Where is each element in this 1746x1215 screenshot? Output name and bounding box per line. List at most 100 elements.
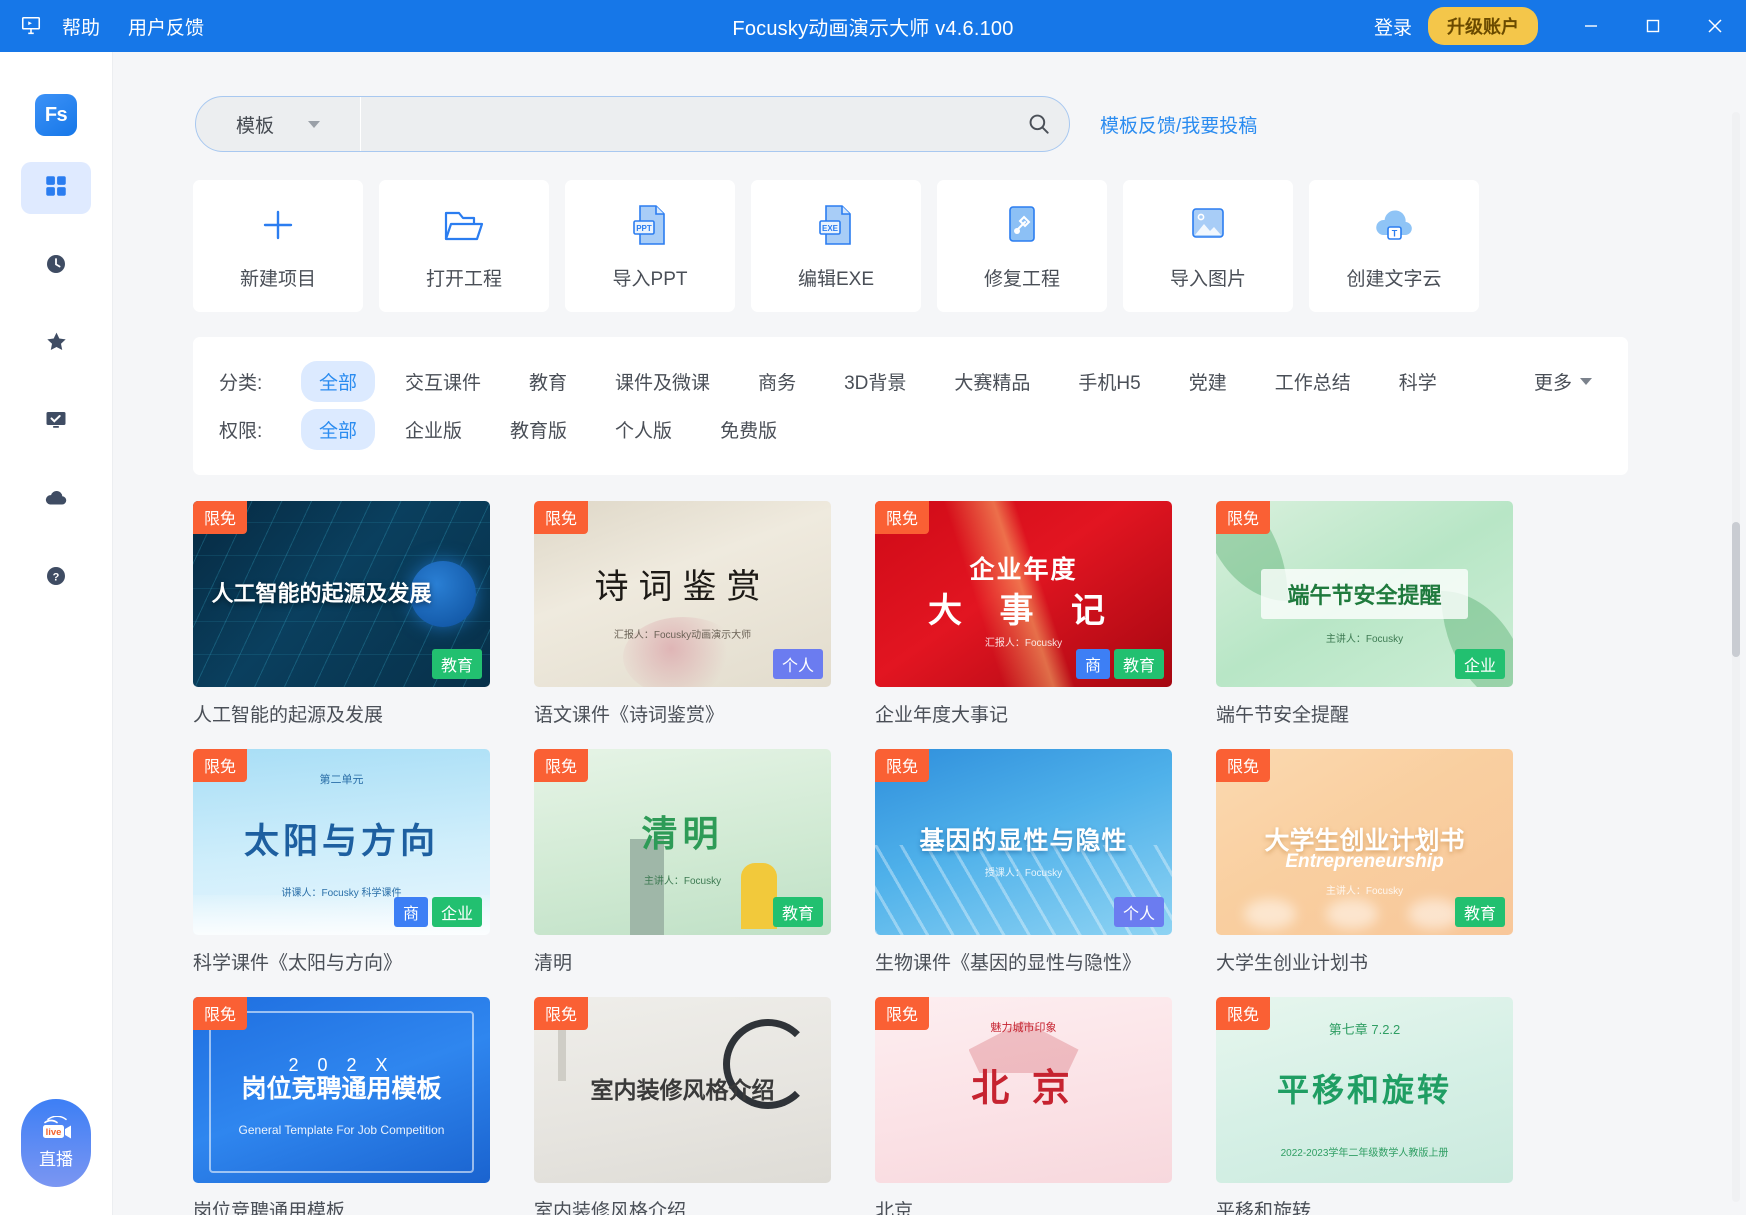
template-card[interactable]: 限免 人工智能的起源及发展 教育 人工智能的起源及发展 bbox=[193, 501, 490, 727]
template-feedback-link[interactable]: 模板反馈/我要投稿 bbox=[1100, 111, 1257, 138]
filter-chip-category-3dbg[interactable]: 3D背景 bbox=[826, 361, 924, 402]
menu-help[interactable]: 帮助 bbox=[48, 7, 114, 46]
edit-exe-button[interactable]: EXE 编辑EXE bbox=[751, 180, 921, 312]
scrollbar-track[interactable] bbox=[1732, 112, 1740, 1202]
filter-chip-permission-all[interactable]: 全部 bbox=[301, 408, 376, 450]
template-thumbnail[interactable]: 限免 2 0 2 X 岗位竞聘通用模板 General Template For… bbox=[193, 997, 490, 1183]
template-thumbnail[interactable]: 限免 诗词鉴赏 汇报人：Focusky动画演示大师 个人 bbox=[534, 501, 831, 687]
template-thumbnail[interactable]: 限免 魅力城市印象 北 京 bbox=[875, 997, 1172, 1183]
filter-chip-permission-education[interactable]: 教育版 bbox=[492, 409, 585, 450]
template-thumbnail[interactable]: 限免 第七章 7.2.2 平移和旋转 2022-2023学年二年级数学人教版上册 bbox=[1216, 997, 1513, 1183]
sidebar-item-help[interactable]: ? bbox=[21, 552, 91, 604]
filter-chip-category-interactive[interactable]: 交互课件 bbox=[387, 361, 499, 402]
open-project-button[interactable]: 打开工程 bbox=[379, 180, 549, 312]
status-badge-tag: 教育 bbox=[431, 649, 482, 679]
thumbnail-english-title: Entrepreneurship bbox=[1285, 851, 1444, 872]
thumbnail-subtitle: 汇报人：Focusky bbox=[984, 638, 1063, 649]
filter-chip-category-worksummary[interactable]: 工作总结 bbox=[1257, 361, 1369, 402]
template-card[interactable]: 限免 第二单元 太阳与方向 讲课人：Focusky 科学课件 商 企业 科学课件… bbox=[193, 749, 490, 975]
filter-chip-category-contest[interactable]: 大赛精品 bbox=[936, 361, 1048, 402]
filter-chip-category-education[interactable]: 教育 bbox=[511, 361, 585, 402]
status-badge-tag: 教育 bbox=[772, 897, 823, 927]
sidebar-item-presentations[interactable] bbox=[21, 396, 91, 448]
filter-chip-category-business[interactable]: 商务 bbox=[740, 361, 814, 402]
svg-text:EXE: EXE bbox=[822, 224, 839, 233]
template-card[interactable]: 限免 清明 主讲人：Focusky 教育 清明 bbox=[534, 749, 831, 975]
svg-text:?: ? bbox=[53, 571, 60, 583]
filter-chip-category-courseware[interactable]: 课件及微课 bbox=[597, 361, 728, 402]
filter-panel: 分类: 全部 交互课件 教育 课件及微课 商务 3D背景 大赛精品 手机H5 党… bbox=[193, 337, 1628, 475]
close-icon[interactable] bbox=[1684, 0, 1746, 52]
import-ppt-button[interactable]: PPT 导入PPT bbox=[565, 180, 735, 312]
svg-text:T: T bbox=[1392, 228, 1398, 238]
thumbnail-title: 清明 bbox=[641, 812, 724, 854]
template-card[interactable]: 限免 企业年度 大 事 记 汇报人：Focusky 商 教育 企业年度大事记 bbox=[875, 501, 1172, 727]
status-badge-tag: 企业 bbox=[1454, 649, 1505, 679]
template-card[interactable]: 限免 基因的显性与隐性 授课人：Focusky 个人 生物课件《基因的显性与隐性… bbox=[875, 749, 1172, 975]
search-box[interactable]: 模板 bbox=[195, 96, 1070, 152]
live-camera-icon: live bbox=[35, 1115, 77, 1142]
template-name: 大学生创业计划书 bbox=[1216, 953, 1369, 974]
status-badge-tag: 个人 bbox=[1113, 897, 1164, 927]
menu-feedback[interactable]: 用户反馈 bbox=[114, 7, 218, 46]
template-thumbnail[interactable]: 限免 大学生创业计划书 Entrepreneurship 主讲人：Focusky… bbox=[1216, 749, 1513, 935]
live-broadcast-button[interactable]: live 直播 bbox=[21, 1099, 91, 1187]
minimize-icon[interactable] bbox=[1560, 0, 1622, 52]
template-thumbnail[interactable]: 限免 企业年度 大 事 记 汇报人：Focusky 商 教育 bbox=[875, 501, 1172, 687]
question-circle-icon: ? bbox=[44, 564, 68, 593]
search-input[interactable] bbox=[361, 97, 1009, 151]
import-image-button[interactable]: 导入图片 bbox=[1123, 180, 1293, 312]
template-card[interactable]: 限免 2 0 2 X 岗位竞聘通用模板 General Template For… bbox=[193, 997, 490, 1215]
upgrade-account-button[interactable]: 升级账户 bbox=[1428, 7, 1538, 45]
template-card[interactable]: 限免 第七章 7.2.2 平移和旋转 2022-2023学年二年级数学人教版上册… bbox=[1216, 997, 1513, 1215]
template-thumbnail[interactable]: 限免 室内装修风格介绍 bbox=[534, 997, 831, 1183]
sidebar-item-templates[interactable] bbox=[21, 162, 91, 214]
filter-chip-category-h5[interactable]: 手机H5 bbox=[1060, 361, 1158, 402]
filter-label-permission: 权限: bbox=[219, 420, 263, 442]
filter-chip-permission-personal[interactable]: 个人版 bbox=[597, 409, 690, 450]
filter-chip-category-all[interactable]: 全部 bbox=[301, 360, 376, 402]
repair-project-button[interactable]: 修复工程 bbox=[937, 180, 1107, 312]
template-card[interactable]: 限免 室内装修风格介绍 室内装修风格介绍 bbox=[534, 997, 831, 1215]
thumbnail-title: 企业年度 大 事 记 bbox=[914, 555, 1133, 633]
sidebar-item-cloud[interactable] bbox=[21, 474, 91, 526]
template-card[interactable]: 限免 大学生创业计划书 Entrepreneurship 主讲人：Focusky… bbox=[1216, 749, 1513, 975]
status-badge-free: 限免 bbox=[193, 997, 248, 1030]
plus-icon bbox=[256, 202, 300, 248]
search-category-dropdown[interactable]: 模板 bbox=[196, 97, 361, 151]
filter-more-button[interactable]: 更多 bbox=[1534, 368, 1602, 395]
action-label: 打开工程 bbox=[425, 268, 502, 290]
sidebar-item-favorites[interactable] bbox=[21, 318, 91, 370]
login-button[interactable]: 登录 bbox=[1358, 13, 1428, 40]
template-card[interactable]: 限免 魅力城市印象 北 京 北京 bbox=[875, 997, 1172, 1215]
svg-text:PPT: PPT bbox=[636, 224, 652, 233]
filter-chip-permission-enterprise[interactable]: 企业版 bbox=[387, 409, 480, 450]
thumbnail-subtitle: 主讲人：Focusky bbox=[1325, 886, 1404, 897]
status-badge-free: 限免 bbox=[875, 997, 930, 1030]
create-word-cloud-button[interactable]: T 创建文字云 bbox=[1309, 180, 1479, 312]
template-thumbnail[interactable]: 限免 清明 主讲人：Focusky 教育 bbox=[534, 749, 831, 935]
sidebar-item-recent[interactable] bbox=[21, 240, 91, 292]
status-badge-free: 限免 bbox=[1216, 749, 1271, 782]
template-thumbnail[interactable]: 限免 第二单元 太阳与方向 讲课人：Focusky 科学课件 商 企业 bbox=[193, 749, 490, 935]
template-name: 岗位竞聘通用模板 bbox=[193, 1201, 346, 1215]
status-badge-free: 限免 bbox=[193, 749, 248, 782]
template-name: 科学课件《太阳与方向》 bbox=[193, 953, 403, 974]
filter-chip-category-party[interactable]: 党建 bbox=[1171, 361, 1245, 402]
scrollbar-thumb[interactable] bbox=[1732, 522, 1740, 657]
thumbnail-subtitle: 主讲人：Focusky bbox=[1325, 634, 1404, 645]
template-thumbnail[interactable]: 限免 端午节安全提醒 主讲人：Focusky 企业 bbox=[1216, 501, 1513, 687]
new-project-button[interactable]: 新建项目 bbox=[193, 180, 363, 312]
thumbnail-title: 平移和旋转 bbox=[1276, 1072, 1452, 1108]
maximize-icon[interactable] bbox=[1622, 0, 1684, 52]
filter-chip-category-science[interactable]: 科学 bbox=[1381, 361, 1455, 402]
template-card[interactable]: 限免 端午节安全提醒 主讲人：Focusky 企业 端午节安全提醒 bbox=[1216, 501, 1513, 727]
search-icon[interactable] bbox=[1009, 111, 1069, 137]
light-glow-graphic bbox=[1326, 899, 1378, 929]
template-thumbnail[interactable]: 限免 人工智能的起源及发展 教育 bbox=[193, 501, 490, 687]
action-label: 创建文字云 bbox=[1346, 268, 1442, 290]
template-thumbnail[interactable]: 限免 基因的显性与隐性 授课人：Focusky 个人 bbox=[875, 749, 1172, 935]
filter-chip-permission-free[interactable]: 免费版 bbox=[702, 409, 795, 450]
star-icon bbox=[44, 329, 69, 359]
template-card[interactable]: 限免 诗词鉴赏 汇报人：Focusky动画演示大师 个人 语文课件《诗词鉴赏》 bbox=[534, 501, 831, 727]
